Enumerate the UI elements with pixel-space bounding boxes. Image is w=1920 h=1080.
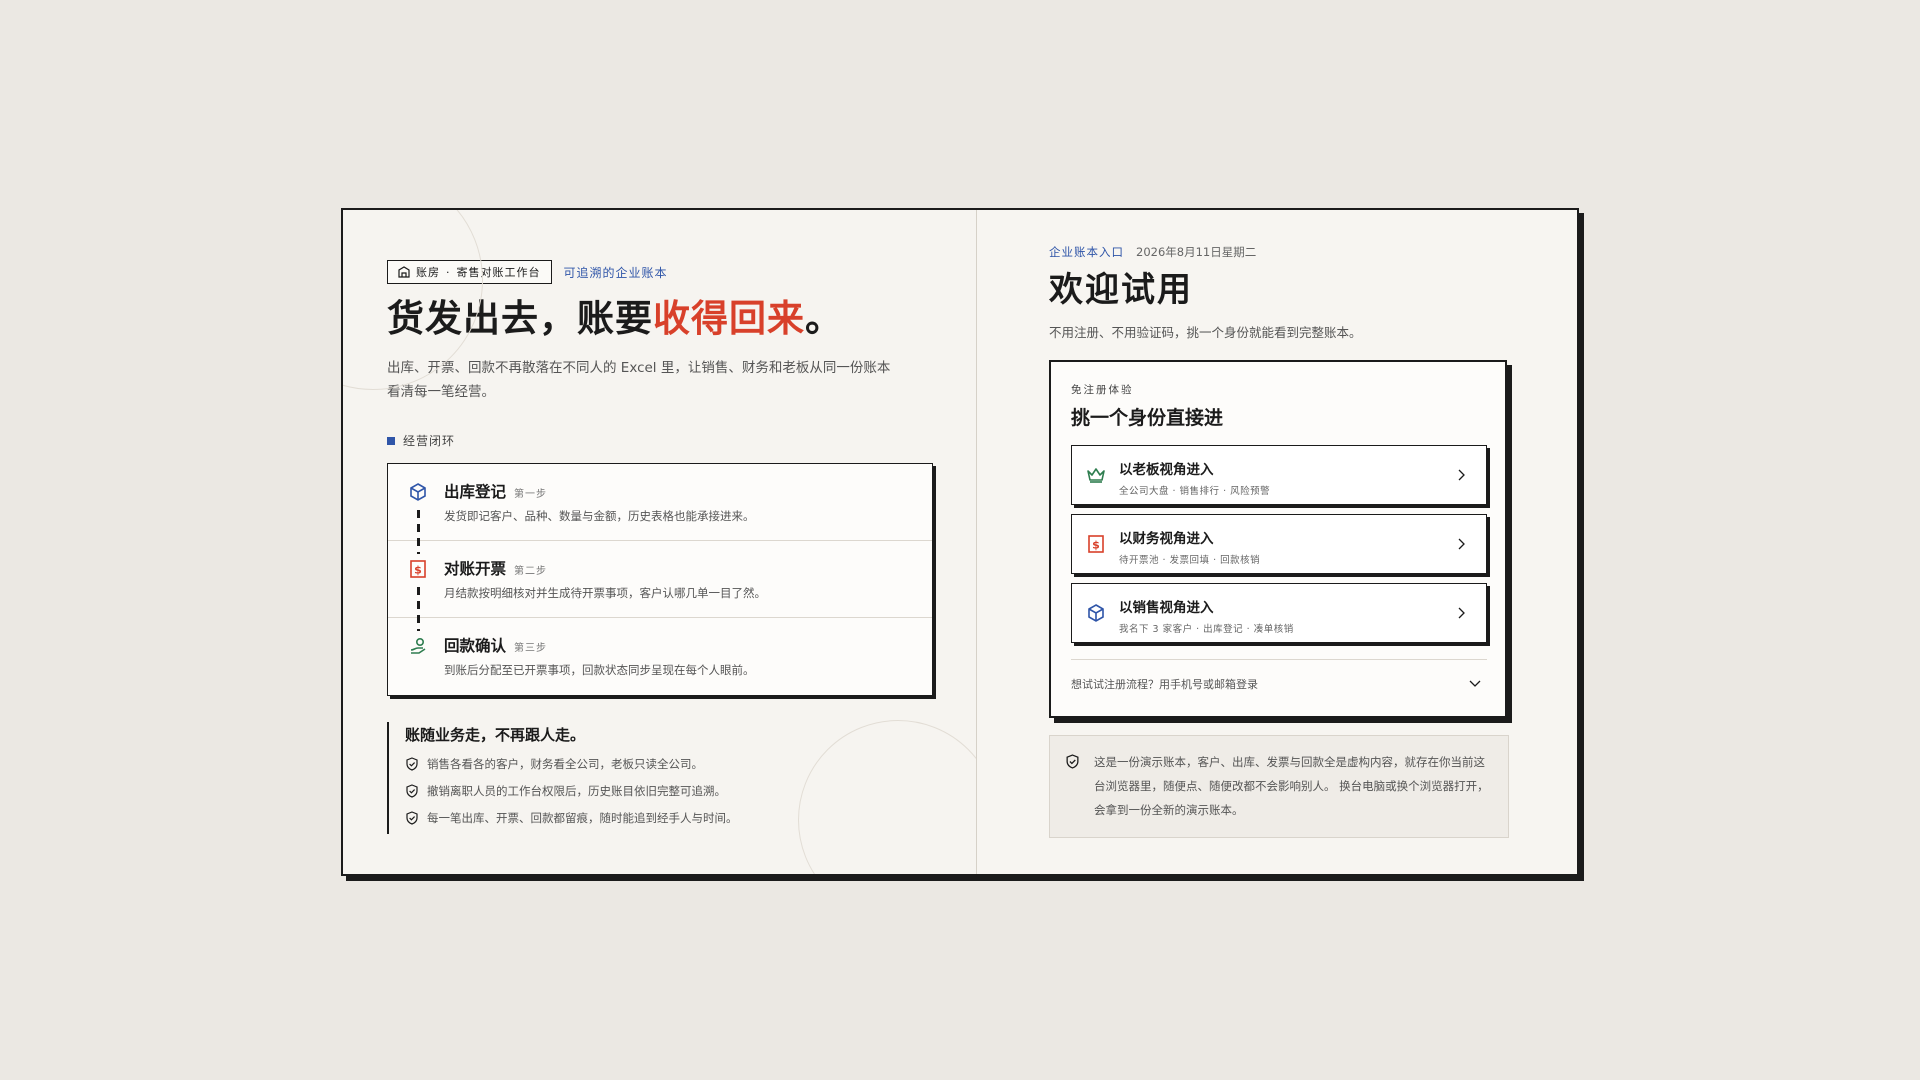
promise-item: 销售各看各的客户，财务看全公司，老板只读全公司。 [405, 756, 976, 772]
square-bullet-icon [387, 436, 395, 445]
svg-text:$: $ [1092, 539, 1100, 552]
flow-label: 经营闭环 [387, 432, 976, 449]
promise-item: 每一笔出库、开票、回款都留痕，随时能追到经手人与时间。 [405, 810, 976, 826]
chevron-right-icon [1458, 607, 1465, 619]
step-title: 出库登记 [444, 483, 507, 501]
flow-steps: 出库登记 第一步 发货即记客户、品种、数量与金额，历史表格也能承接进来。 $ 对… [387, 463, 933, 696]
entry-panel: 企业账本入口 2026年8月11日星期二 欢迎试用 不用注册、不用验证码，挑一个… [977, 210, 1577, 874]
step-description: 发货即记客户、品种、数量与金额，历史表格也能承接进来。 [444, 509, 755, 523]
shield-check-icon [406, 811, 418, 825]
step-item: $ 对账开票 第二步 月结款按明细核对并生成待开票事项，客户认哪几单一目了然。 [388, 541, 932, 631]
brand-badge: 账房 · 寄售对账工作台 [387, 260, 552, 284]
role-tags: 全公司大盘 · 销售排行 · 风险预警 [1119, 486, 1271, 497]
card-title: 挑一个身份直接进 [1071, 407, 1224, 429]
step-description: 月结款按明细核对并生成待开票事项，客户认哪几单一目了然。 [444, 586, 766, 600]
intro-panel: 账房 · 寄售对账工作台 可追溯的企业账本 货发出去，账要收得回来。 出库、开票… [343, 210, 977, 874]
shield-check-icon [406, 784, 418, 798]
entry-date: 2026年8月11日星期二 [1136, 245, 1257, 259]
promise-text: 销售各看各的客户，财务看全公司，老板只读全公司。 [427, 757, 703, 771]
role-boss-button[interactable]: 以老板视角进入 全公司大盘 · 销售排行 · 风险预警 [1071, 445, 1487, 505]
promise-text: 撤销离职人员的工作台权限后，历史账目依旧完整可追溯。 [427, 784, 726, 798]
card-tag: 免注册体验 [1071, 384, 1134, 396]
hero-title-prefix: 货发出去，账要 [387, 297, 653, 340]
promise-text: 每一笔出库、开票、回款都留痕，随时能追到经手人与时间。 [427, 811, 738, 825]
step-number: 第一步 [514, 489, 548, 500]
promise-item: 撤销离职人员的工作台权限后，历史账目依旧完整可追溯。 [405, 783, 976, 799]
crown-icon [1087, 468, 1105, 483]
package-icon [1088, 604, 1104, 622]
brand-row: 账房 · 寄售对账工作台 可追溯的企业账本 [387, 260, 976, 284]
hero-title-accent: 收得回来 [653, 297, 805, 340]
role-title: 以老板视角进入 [1119, 462, 1214, 478]
hero-title: 货发出去，账要收得回来。 [387, 296, 976, 342]
entry-meta: 企业账本入口 2026年8月11日星期二 [1049, 244, 1577, 260]
chevron-down-icon [1469, 680, 1481, 687]
role-tags: 待开票池 · 发票回填 · 回款核销 [1119, 555, 1261, 566]
chevron-right-icon [1458, 538, 1465, 550]
building-icon [398, 266, 410, 278]
hero-subtitle: 出库、开票、回款不再散落在不同人的 Excel 里，让销售、财务和老板从同一份账… [387, 360, 891, 400]
chevron-right-icon [1458, 469, 1465, 481]
step-number: 第二步 [514, 566, 548, 577]
entry-tag: 企业账本入口 [1049, 245, 1124, 259]
invoice-icon: $ [1088, 535, 1104, 553]
step-title: 对账开票 [444, 560, 507, 578]
role-title: 以财务视角进入 [1119, 531, 1214, 547]
step-description: 到账后分配至已开票事项，回款状态同步呈现在每个人眼前。 [444, 663, 755, 677]
role-picker-card: 免注册体验 挑一个身份直接进 以老板视角进入 全公司大盘 · 销售排行 · 风险… [1049, 360, 1507, 718]
payment-icon [410, 637, 426, 654]
role-sales-button[interactable]: 以销售视角进入 我名下 3 家客户 · 出库登记 · 凑单核销 [1071, 583, 1487, 643]
shield-check-icon [1066, 754, 1079, 769]
welcome-title: 欢迎试用 [1049, 270, 1193, 310]
welcome-subtitle: 不用注册、不用验证码，挑一个身份就能看到完整账本。 [1049, 325, 1362, 340]
brand-tagline: 可追溯的企业账本 [563, 265, 668, 280]
step-title: 回款确认 [444, 637, 507, 655]
promise-title: 账随业务走，不再跟人走。 [405, 726, 586, 744]
role-finance-button[interactable]: $ 以财务视角进入 待开票池 · 发票回填 · 回款核销 [1071, 514, 1487, 574]
hero-title-suffix: 。 [805, 297, 843, 340]
alt-login-toggle[interactable]: 想试试注册流程？用手机号或邮箱登录 [1071, 659, 1487, 692]
notice-text: 这是一份演示账本，客户、出库、发票与回款全是虚构内容，就存在你当前这台浏览器里，… [1094, 755, 1489, 817]
step-number: 第三步 [514, 643, 548, 654]
brand-product: 寄售对账工作台 [456, 266, 541, 279]
flow-label-text: 经营闭环 [403, 434, 456, 448]
promise-block: 账随业务走，不再跟人走。 销售各看各的客户，财务看全公司，老板只读全公司。 撤销… [387, 722, 976, 834]
step-item: 回款确认 第三步 到账后分配至已开票事项，回款状态同步呈现在每个人眼前。 [388, 618, 932, 695]
role-title: 以销售视角进入 [1119, 600, 1214, 616]
role-tags: 我名下 3 家客户 · 出库登记 · 凑单核销 [1119, 624, 1294, 635]
alt-login-text: 想试试注册流程？用手机号或邮箱登录 [1071, 678, 1258, 691]
main-frame: 账房 · 寄售对账工作台 可追溯的企业账本 货发出去，账要收得回来。 出库、开票… [341, 208, 1579, 876]
invoice-icon: $ [410, 560, 426, 578]
brand-name: 账房 [416, 266, 440, 279]
step-item: 出库登记 第一步 发货即记客户、品种、数量与金额，历史表格也能承接进来。 [388, 464, 932, 554]
svg-text:$: $ [414, 564, 422, 577]
package-icon [410, 483, 426, 501]
shield-check-icon [406, 757, 418, 771]
demo-notice: 这是一份演示账本，客户、出库、发票与回款全是虚构内容，就存在你当前这台浏览器里，… [1049, 735, 1509, 838]
brand-separator: · [446, 265, 451, 279]
